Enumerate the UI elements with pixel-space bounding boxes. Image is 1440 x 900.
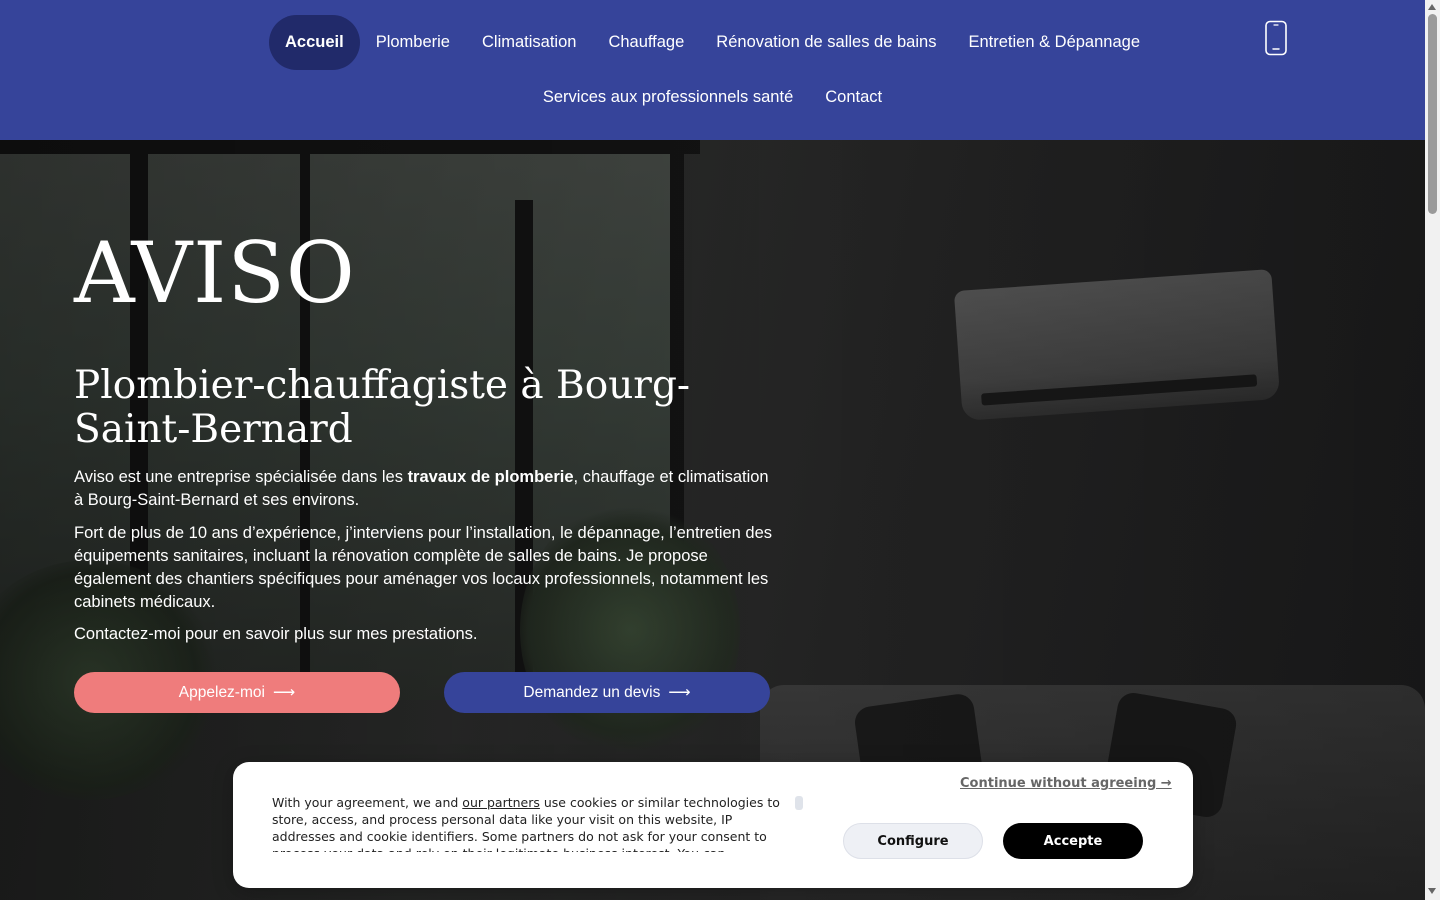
- page-scrollbar[interactable]: [1425, 0, 1440, 900]
- arrow-right-icon: ⟶: [272, 684, 296, 701]
- hero-contact-paragraph: Contactez-moi pour en savoir plus sur me…: [74, 625, 478, 643]
- main-nav-row-1: Accueil Plomberie Climatisation Chauffag…: [0, 15, 1425, 70]
- nav-item-plomberie[interactable]: Plomberie: [360, 15, 466, 70]
- nav-item-entretien[interactable]: Entretien & Dépannage: [952, 15, 1156, 70]
- scroll-up-icon[interactable]: [1428, 4, 1436, 10]
- nav-item-contact[interactable]: Contact: [809, 70, 898, 125]
- nav-item-accueil[interactable]: Accueil: [268, 15, 360, 70]
- continue-without-agreeing-link[interactable]: Continue without agreeing →: [960, 776, 1172, 791]
- smartphone-icon[interactable]: [1262, 20, 1290, 56]
- call-button-label: Appelez-moi: [178, 683, 265, 701]
- main-nav-row-2: Services aux professionnels santé Contac…: [0, 70, 1425, 125]
- hero-subtitle: Plombier-chauffagiste à Bourg-Saint-Bern…: [74, 363, 691, 452]
- hero-title: AVISO: [74, 224, 356, 322]
- cookie-consent-banner: Continue without agreeing → With your ag…: [233, 762, 1193, 888]
- quote-button[interactable]: Demandez un devis ⟶: [444, 672, 770, 713]
- nav-item-renovation[interactable]: Rénovation de salles de bains: [700, 15, 952, 70]
- call-button[interactable]: Appelez-moi ⟶: [74, 672, 400, 713]
- hero-intro-paragraph: Aviso est une entreprise spécialisée dan…: [74, 468, 769, 509]
- accept-button[interactable]: Accepte: [1003, 823, 1143, 859]
- scroll-down-icon[interactable]: [1428, 888, 1436, 894]
- cookie-consent-text: With your agreement, we and our partners…: [272, 795, 780, 852]
- nav-item-services-sante[interactable]: Services aux professionnels santé: [527, 70, 809, 125]
- quote-button-label: Demandez un devis: [523, 683, 661, 701]
- cookie-text-scroll-handle[interactable]: [795, 796, 803, 810]
- hero-experience-paragraph: Fort de plus de 10 ans d’expérience, j’i…: [74, 524, 773, 611]
- hero-intro-highlight: travaux de plomberie: [407, 468, 574, 486]
- scrollbar-thumb[interactable]: [1428, 14, 1437, 214]
- partners-link[interactable]: our partners: [462, 795, 540, 810]
- configure-button[interactable]: Configure: [843, 823, 983, 859]
- nav-item-climatisation[interactable]: Climatisation: [466, 15, 592, 70]
- nav-item-chauffage[interactable]: Chauffage: [592, 15, 700, 70]
- arrow-right-icon: ⟶: [668, 684, 691, 701]
- site-header: Accueil Plomberie Climatisation Chauffag…: [0, 0, 1425, 140]
